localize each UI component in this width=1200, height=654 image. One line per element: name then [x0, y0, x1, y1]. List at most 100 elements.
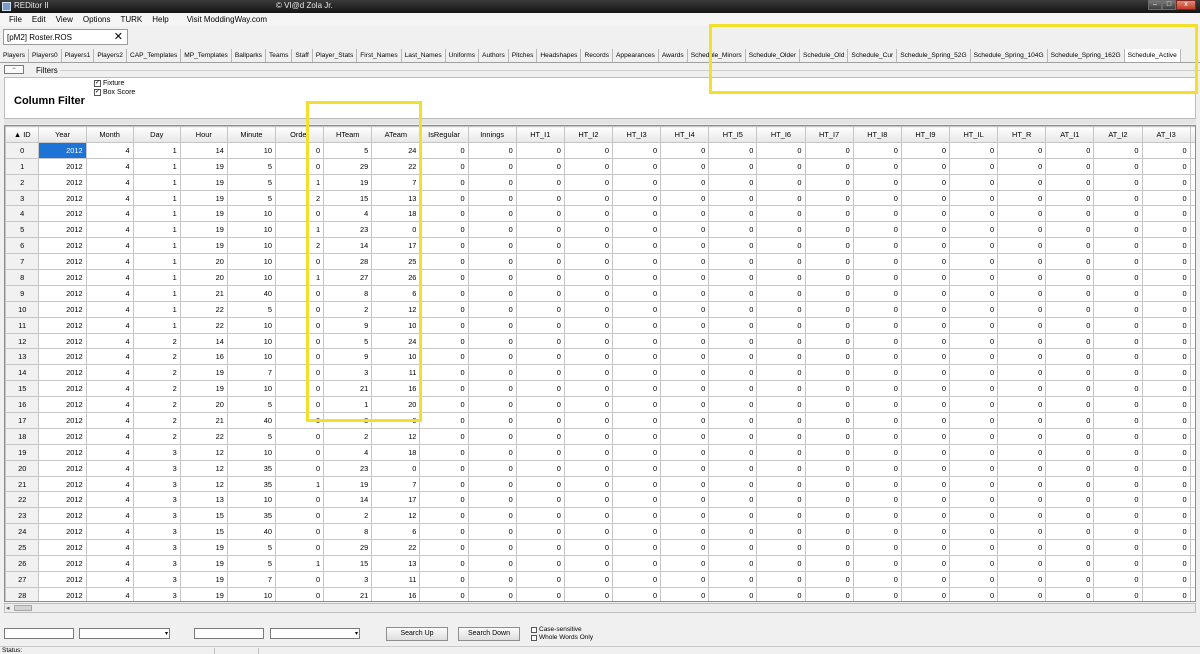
cell-innings[interactable]: 0: [467, 173, 517, 191]
cell-hteam[interactable]: 29: [323, 157, 373, 175]
cell-ht-i5[interactable]: 0: [708, 443, 758, 461]
cell-ht-i1[interactable]: 0: [515, 173, 565, 191]
cell-ht-r[interactable]: 0: [997, 555, 1047, 572]
cell-ht-i4[interactable]: 0: [660, 523, 710, 541]
cell-year[interactable]: 2012: [38, 173, 87, 191]
cell-minute[interactable]: 5: [226, 173, 277, 191]
cell-at-i2[interactable]: 0: [1093, 523, 1143, 541]
cell-ht-i1[interactable]: 0: [515, 237, 565, 255]
cell-ht-i8[interactable]: 0: [852, 555, 902, 572]
row-header[interactable]: 17: [5, 412, 40, 429]
cell-at-i2[interactable]: 0: [1093, 221, 1143, 239]
cell-ht-r[interactable]: 0: [997, 412, 1047, 429]
cell-ht-il[interactable]: 0: [948, 380, 999, 398]
cell-ht-i7[interactable]: 0: [804, 332, 854, 350]
table-row[interactable]: 1520124219100211600000000000000000: [5, 380, 1195, 398]
cell-ht-i2[interactable]: 0: [563, 570, 613, 588]
maximize-button[interactable]: □: [1162, 0, 1176, 10]
cell-ht-i5[interactable]: 0: [708, 555, 758, 572]
cell-ht-i9[interactable]: 0: [900, 459, 950, 477]
cell-ht-i4[interactable]: 0: [660, 555, 710, 572]
cell-isregular[interactable]: 0: [419, 507, 469, 525]
cell-ht-i6[interactable]: 0: [756, 586, 806, 601]
cell-at-i3[interactable]: 0: [1141, 586, 1191, 601]
cell-ht-i9[interactable]: 0: [900, 586, 950, 601]
cell-at-i3[interactable]: 0: [1141, 348, 1191, 366]
cell-year[interactable]: 2012: [38, 253, 87, 271]
cell-ht-r[interactable]: 0: [997, 459, 1047, 477]
cell-at-i3[interactable]: 0: [1141, 316, 1191, 334]
cell-ht-i4[interactable]: 0: [660, 316, 710, 334]
cell-at-i3[interactable]: 0: [1141, 284, 1191, 302]
cell-ht-i7[interactable]: 0: [804, 459, 854, 477]
file-tab[interactable]: [pM2] Roster.ROS ✕: [3, 29, 128, 45]
column-header-innings[interactable]: Innings: [467, 126, 517, 143]
cell-minute[interactable]: 10: [226, 348, 277, 366]
cell-at-i3[interactable]: 0: [1141, 459, 1191, 477]
cell-ht-i3[interactable]: 0: [611, 269, 662, 286]
cell-ht-i6[interactable]: 0: [756, 173, 806, 191]
cell-hour[interactable]: 15: [179, 507, 228, 525]
table-row[interactable]: 112012412210091000000000000000000: [5, 316, 1195, 334]
cell-ateam[interactable]: 24: [371, 141, 421, 159]
column-header-at-i4[interactable]: AT_I4: [1189, 126, 1195, 143]
cell-ht-il[interactable]: 0: [948, 491, 999, 509]
cell-ht-i2[interactable]: 0: [563, 300, 613, 318]
cell-ht-i3[interactable]: 0: [611, 539, 662, 557]
cell-at-i1[interactable]: 0: [1045, 475, 1095, 493]
cell-day[interactable]: 1: [132, 189, 181, 207]
cell-ht-i1[interactable]: 0: [515, 253, 565, 271]
cell-at-i4[interactable]: 0: [1189, 269, 1195, 286]
cell-ht-i4[interactable]: 0: [660, 380, 710, 398]
cell-innings[interactable]: 0: [467, 586, 517, 601]
cell-ht-i8[interactable]: 0: [852, 237, 902, 255]
cell-at-i4[interactable]: 0: [1189, 253, 1195, 271]
cell-ht-i4[interactable]: 0: [660, 475, 710, 493]
cell-ht-i5[interactable]: 0: [708, 475, 758, 493]
cell-hteam[interactable]: 28: [323, 253, 373, 271]
tab-schedule-old[interactable]: Schedule_Old: [800, 49, 849, 62]
row-header[interactable]: 0: [5, 141, 40, 159]
cell-minute[interactable]: 40: [226, 412, 277, 429]
cell-ht-i8[interactable]: 0: [852, 189, 902, 207]
tab-schedule-spring-52g[interactable]: Schedule_Spring_52G: [897, 49, 971, 62]
cell-ht-i1[interactable]: 0: [515, 284, 565, 302]
cell-innings[interactable]: 0: [467, 570, 517, 588]
cell-ht-i8[interactable]: 0: [852, 586, 902, 601]
cell-day[interactable]: 2: [132, 412, 181, 429]
cell-ht-i2[interactable]: 0: [563, 253, 613, 271]
row-header[interactable]: 15: [5, 380, 40, 398]
cell-at-i1[interactable]: 0: [1045, 491, 1095, 509]
cell-ht-i7[interactable]: 0: [804, 221, 854, 239]
cell-order[interactable]: 0: [274, 300, 325, 318]
cell-ht-i3[interactable]: 0: [611, 173, 662, 191]
table-row[interactable]: 262012431951151300000000000000000: [5, 555, 1195, 572]
cell-at-i1[interactable]: 0: [1045, 237, 1095, 255]
cell-ht-i9[interactable]: 0: [900, 523, 950, 541]
cell-ht-i3[interactable]: 0: [611, 507, 662, 525]
row-header[interactable]: 7: [5, 253, 40, 271]
cell-month[interactable]: 4: [85, 141, 134, 159]
cell-day[interactable]: 1: [132, 253, 181, 271]
cell-at-i4[interactable]: 0: [1189, 443, 1195, 461]
table-row[interactable]: 252012431950292200000000000000000: [5, 539, 1195, 557]
cell-ht-i5[interactable]: 0: [708, 189, 758, 207]
cell-day[interactable]: 1: [132, 205, 181, 223]
cell-ht-i2[interactable]: 0: [563, 173, 613, 191]
cell-hour[interactable]: 19: [179, 539, 228, 557]
cell-innings[interactable]: 0: [467, 157, 517, 175]
cell-ht-i8[interactable]: 0: [852, 141, 902, 159]
cell-ht-i8[interactable]: 0: [852, 427, 902, 445]
cell-ht-i7[interactable]: 0: [804, 539, 854, 557]
row-header[interactable]: 3: [5, 189, 40, 207]
table-row[interactable]: 212012431235119700000000000000000: [5, 475, 1195, 493]
cell-ht-i7[interactable]: 0: [804, 284, 854, 302]
cell-innings[interactable]: 0: [467, 141, 517, 159]
cell-ht-i6[interactable]: 0: [756, 348, 806, 366]
cell-ht-i8[interactable]: 0: [852, 157, 902, 175]
cell-at-i4[interactable]: 0: [1189, 586, 1195, 601]
cell-day[interactable]: 1: [132, 141, 181, 159]
cell-at-i3[interactable]: 0: [1141, 364, 1191, 382]
cell-ht-il[interactable]: 0: [948, 555, 999, 572]
tab-teams[interactable]: Teams: [266, 49, 293, 62]
